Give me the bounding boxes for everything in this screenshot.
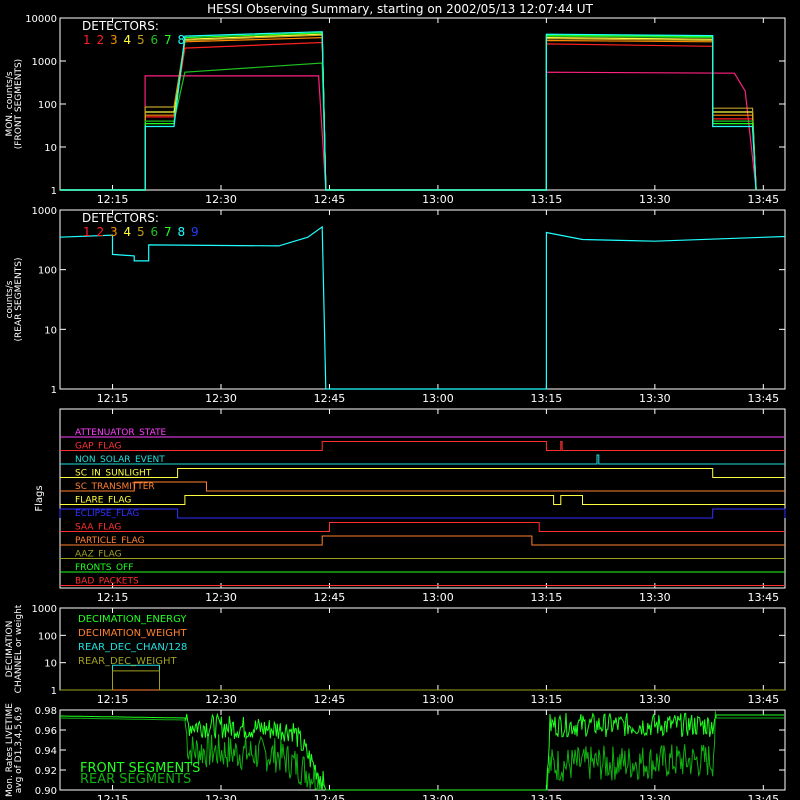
x-tick-label: 12:45: [314, 693, 346, 706]
x-tick-label: 13:30: [639, 693, 671, 706]
legend-entry: 6: [151, 33, 159, 47]
figure-title: HESSI Observing Summary, starting on 200…: [207, 2, 593, 16]
x-tick-label: 12:15: [97, 693, 129, 706]
y-axis-label: (REAR SEGMENTS): [14, 257, 24, 341]
legend-entry: 1: [83, 225, 91, 239]
y-tick-label: 1000: [32, 604, 57, 615]
x-tick-label: 12:45: [314, 793, 346, 800]
legend-entry: 3: [110, 225, 118, 239]
legend-entry: 2: [97, 225, 105, 239]
y-axis-label: avg of D1,3,4,5,6,9: [14, 706, 24, 793]
legend-entry: 5: [137, 225, 145, 239]
legend-entry: 2: [97, 33, 105, 47]
x-tick-label: 13:45: [747, 793, 779, 800]
x-tick-label: 12:15: [97, 392, 129, 405]
flag-label: ECLIPSE_FLAG: [75, 509, 139, 519]
x-tick-label: 13:00: [422, 193, 454, 206]
legend-entry: REAR_DEC_CHAN/128: [78, 642, 187, 653]
y-tick-label: 100: [38, 100, 57, 111]
x-tick-label: 12:30: [205, 392, 237, 405]
legend-entry: REAR SEGMENTS: [80, 772, 191, 787]
legend-entry: 8: [178, 33, 186, 47]
y-axis-label: CHANNEL or weight: [14, 604, 24, 693]
x-tick-label: 13:30: [639, 591, 671, 604]
x-tick-label: 13:15: [531, 591, 563, 604]
x-tick-label: 12:15: [97, 591, 129, 604]
x-tick-label: 13:45: [747, 693, 779, 706]
x-tick-label: 12:30: [205, 793, 237, 800]
y-tick-label: 1: [51, 385, 57, 396]
x-tick-label: 12:15: [97, 193, 129, 206]
x-tick-label: 12:45: [314, 392, 346, 405]
x-tick-label: 12:45: [314, 193, 346, 206]
legend-entry: 1: [83, 33, 91, 47]
y-tick-label: 1: [51, 686, 57, 697]
y-axis-label: Flags: [34, 485, 45, 511]
y-tick-label: 10: [44, 325, 57, 336]
y-tick-label: 0.98: [35, 706, 57, 717]
y-axis-label: (FRONT SEGMENTS): [14, 59, 24, 149]
x-tick-label: 13:00: [422, 793, 454, 800]
legend-entry: 4: [124, 225, 132, 239]
observing-summary-figure: HESSI Observing Summary, starting on 200…: [0, 0, 800, 800]
x-tick-label: 13:30: [639, 793, 671, 800]
legend-entry: DECIMATION_ENERGY: [78, 614, 187, 625]
x-tick-label: 13:15: [531, 793, 563, 800]
x-tick-label: 13:45: [747, 193, 779, 206]
legend-title: DETECTORS:: [82, 211, 159, 225]
legend-entry: 6: [151, 225, 159, 239]
legend-entry: 8: [178, 225, 186, 239]
y-tick-label: 100: [38, 631, 57, 642]
legend-entry: 5: [137, 33, 145, 47]
x-tick-label: 13:30: [639, 193, 671, 206]
y-tick-label: 10: [44, 659, 57, 670]
y-tick-label: 10: [44, 143, 57, 154]
y-tick-label: 100: [38, 266, 57, 277]
x-tick-label: 13:15: [531, 392, 563, 405]
legend-entry: 3: [110, 33, 118, 47]
x-tick-label: 13:00: [422, 392, 454, 405]
x-tick-label: 12:45: [314, 591, 346, 604]
x-tick-label: 12:30: [205, 693, 237, 706]
x-tick-label: 13:30: [639, 392, 671, 405]
y-tick-label: 0.94: [35, 746, 57, 757]
x-tick-label: 13:15: [531, 193, 563, 206]
x-tick-label: 13:45: [747, 591, 779, 604]
x-tick-label: 12:30: [205, 193, 237, 206]
x-tick-label: 13:45: [747, 392, 779, 405]
legend-entry: 7: [164, 225, 172, 239]
legend-entry: REAR_DEC_WEIGHT: [78, 656, 177, 667]
legend-entry: 9: [191, 225, 199, 239]
x-tick-label: 13:15: [531, 693, 563, 706]
y-tick-label: 0.96: [35, 726, 57, 737]
y-tick-label: 1000: [32, 206, 57, 217]
y-tick-label: 1000: [32, 57, 57, 68]
legend-entry: DECIMATION_WEIGHT: [78, 628, 187, 639]
y-tick-label: 10000: [25, 14, 57, 25]
x-tick-label: 12:15: [97, 793, 129, 800]
y-tick-label: 0.92: [35, 766, 57, 777]
legend-title: DETECTORS:: [82, 19, 159, 33]
x-tick-label: 12:30: [205, 591, 237, 604]
y-tick-label: 0.90: [35, 786, 57, 797]
x-tick-label: 13:00: [422, 693, 454, 706]
x-tick-label: 13:00: [422, 591, 454, 604]
legend-entry: 7: [164, 33, 172, 47]
legend-entry: 4: [124, 33, 132, 47]
y-tick-label: 1: [51, 186, 57, 197]
